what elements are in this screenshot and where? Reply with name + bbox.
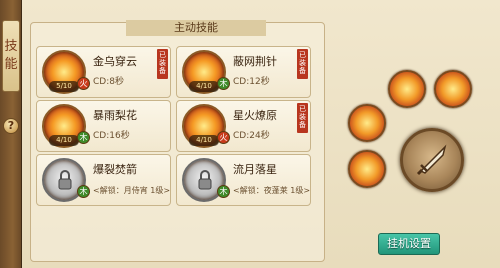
skill-slot-2[interactable] — [434, 70, 472, 108]
equipped-badge: 已装备 — [297, 103, 308, 133]
element-badge: 木 — [217, 77, 230, 90]
skill-card[interactable]: 4/10 木 暴雨梨花 CD:16秒 — [36, 100, 171, 152]
skill-card[interactable]: 4/10 火 星火燎原 CD:24秒 已装备 — [176, 100, 311, 152]
skill-level: 5/10 — [49, 81, 79, 92]
skill-name: 流月落星 — [233, 163, 277, 176]
tab-skills[interactable]: 技 能 — [2, 20, 20, 92]
auto-battle-settings-button[interactable]: 挂机设置 — [378, 233, 440, 255]
skill-cooldown: CD:12秒 — [233, 77, 270, 87]
unlock-requirement: <解锁：月侍宵 1级> — [93, 186, 171, 195]
basic-attack-button[interactable] — [400, 128, 464, 192]
skill-slot-3[interactable] — [348, 104, 386, 142]
skill-level: 4/10 — [189, 135, 219, 146]
tab-label-2: 能 — [4, 57, 18, 72]
skill-cooldown: CD:24秒 — [233, 131, 270, 141]
skill-name: 蔽网荆针 — [233, 55, 277, 68]
equipped-badge: 已装备 — [297, 49, 308, 79]
skill-card-locked[interactable]: 木 爆裂焚箭 <解锁：月侍宵 1级> — [36, 154, 171, 206]
panel-title: 主动技能 — [126, 20, 266, 36]
skill-level: 4/10 — [189, 81, 219, 92]
equipped-badge: 已装备 — [157, 49, 168, 79]
element-badge: 木 — [217, 185, 230, 198]
skill-cooldown: CD:8秒 — [93, 77, 124, 87]
element-badge: 木 — [77, 131, 90, 144]
skill-name: 暴雨梨花 — [93, 109, 137, 122]
skill-slot-4[interactable] — [348, 150, 386, 188]
element-badge: 火 — [77, 77, 90, 90]
skill-card[interactable]: 5/10 火 金乌穿云 CD:8秒 已装备 — [36, 46, 171, 98]
skill-name: 爆裂焚箭 — [93, 163, 137, 176]
left-tab-rail: 技 能 ? — [0, 0, 22, 268]
element-badge: 火 — [217, 131, 230, 144]
lock-icon — [58, 170, 72, 190]
skill-slot-1[interactable] — [388, 70, 426, 108]
tab-label-1: 技 — [4, 39, 18, 54]
skill-level: 4/10 — [49, 135, 79, 146]
help-button[interactable]: ? — [3, 118, 19, 134]
skill-name: 星火燎原 — [233, 109, 277, 122]
skill-ring — [330, 0, 500, 268]
skill-card-locked[interactable]: 木 流月落星 <解锁：夜蓬莱 1级> — [176, 154, 311, 206]
lock-icon — [198, 170, 212, 190]
unlock-requirement: <解锁：夜蓬莱 1级> — [233, 186, 311, 195]
skill-card[interactable]: 4/10 木 蔽网荆针 CD:12秒 已装备 — [176, 46, 311, 98]
skill-cooldown: CD:16秒 — [93, 131, 130, 141]
skill-name: 金乌穿云 — [93, 55, 137, 68]
element-badge: 木 — [77, 185, 90, 198]
sword-icon — [416, 144, 447, 176]
